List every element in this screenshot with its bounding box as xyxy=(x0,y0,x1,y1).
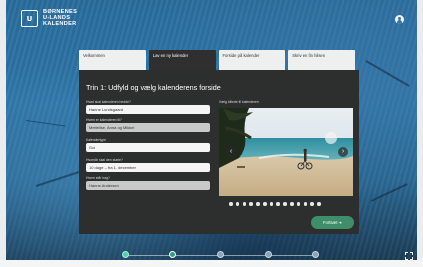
wizard-tabs: Velkommen Lav en ny kalender Forside på … xyxy=(79,50,355,70)
pagination-dot[interactable] xyxy=(310,202,314,206)
wall-crack xyxy=(365,60,410,87)
pagination-dot[interactable] xyxy=(235,202,240,206)
step-dot xyxy=(168,251,176,258)
tab-welcome[interactable]: Velkommen xyxy=(79,50,146,70)
tab-create-calendar[interactable]: Lav en ny kalender xyxy=(148,50,216,70)
calendar-name-input[interactable]: Hanne Lundsgaard xyxy=(86,105,210,114)
app-logo[interactable]: U BØRNENES U-LANDS KALENDER xyxy=(21,9,77,28)
progress-step[interactable]: Velkommen xyxy=(100,251,150,263)
form-field: Kalendertype Gul xyxy=(86,138,210,152)
step-dot xyxy=(121,251,129,258)
tab-greeting[interactable]: Skriv en fin hilsen xyxy=(288,50,355,70)
form-field: Hvornår skal den starte? 10 dage – fra 1… xyxy=(86,158,210,172)
beach-photo xyxy=(219,108,353,196)
pagination-dot[interactable] xyxy=(303,202,308,206)
slider-prev-button[interactable]: ‹ xyxy=(226,147,236,157)
step-dot xyxy=(311,251,319,258)
calendar-type-select[interactable]: Gul xyxy=(86,143,210,152)
pagination-dot[interactable] xyxy=(283,202,287,206)
wall-crack xyxy=(25,120,66,127)
pagination-dot[interactable] xyxy=(229,202,233,206)
slider-pagination xyxy=(229,202,321,206)
step-label: Velkommen xyxy=(117,259,133,263)
pagination-dot[interactable] xyxy=(269,202,274,206)
tab-calendar-cover[interactable]: Forside på kalender xyxy=(218,50,286,70)
progress-step[interactable]: Afslut xyxy=(290,251,340,263)
logo-line: KALENDER xyxy=(43,20,77,27)
step-label: Forside xyxy=(214,259,225,263)
form-field: Hvem står bag? Hanne Andersen xyxy=(86,176,210,190)
sender-input[interactable]: Hanne Andersen xyxy=(86,181,210,190)
logo-text: BØRNENES U-LANDS KALENDER xyxy=(43,9,77,27)
user-icon[interactable] xyxy=(395,15,404,24)
progress-step[interactable]: Forside xyxy=(195,251,245,263)
continue-button[interactable]: Fortsæt ➜ xyxy=(311,216,354,229)
pagination-dot[interactable] xyxy=(242,202,247,206)
tab-label: Forside på kalender xyxy=(222,53,260,58)
tab-label: Lav en ny kalender xyxy=(152,53,189,58)
pagination-dot[interactable] xyxy=(256,202,260,206)
image-slider-label: Vælg billede til kalenderen xyxy=(219,100,259,104)
cover-image-slider[interactable] xyxy=(219,108,353,196)
expand-icon[interactable] xyxy=(405,252,413,260)
pagination-dot[interactable] xyxy=(296,202,301,206)
progress-step[interactable]: Lav kalender xyxy=(147,251,197,263)
form-field: Hvad skal kalenderen hedde? Hanne Lundsg… xyxy=(86,100,210,114)
wizard-progress: Velkommen Lav kalender Forside Hilsen Af… xyxy=(100,251,340,265)
recipients-input[interactable]: Mettelise, Anna og Mikkel xyxy=(86,123,210,132)
step-dot xyxy=(264,251,272,258)
progress-step[interactable]: Hilsen xyxy=(243,251,293,263)
tab-label: Velkommen xyxy=(83,53,105,58)
wall-crack xyxy=(370,183,408,202)
step-label: Hilsen xyxy=(263,259,273,263)
step-label: Afslut xyxy=(311,259,319,263)
tab-label: Skriv en fin hilsen xyxy=(292,53,326,58)
calendar-form: Hvad skal kalenderen hedde? Hanne Lundsg… xyxy=(86,100,210,194)
pagination-dot[interactable] xyxy=(290,202,294,206)
pagination-dot[interactable] xyxy=(249,202,253,206)
step-panel: Trin 1: Udfyld og vælg kalenderens forsi… xyxy=(79,70,359,234)
pagination-dot[interactable] xyxy=(262,202,267,206)
form-field: Hvem er kalenderen til? Mettelise, Anna … xyxy=(86,118,210,132)
slider-next-button[interactable]: › xyxy=(338,147,348,157)
panel-title: Trin 1: Udfyld og vælg kalenderens forsi… xyxy=(86,83,221,92)
pagination-dot[interactable] xyxy=(317,202,321,206)
start-date-select[interactable]: 10 dage – fra 1. december xyxy=(86,163,210,172)
logo-badge: U xyxy=(21,10,38,28)
pagination-dot[interactable] xyxy=(276,202,281,206)
step-label: Lav kalender xyxy=(163,259,181,263)
step-dot xyxy=(216,251,224,258)
